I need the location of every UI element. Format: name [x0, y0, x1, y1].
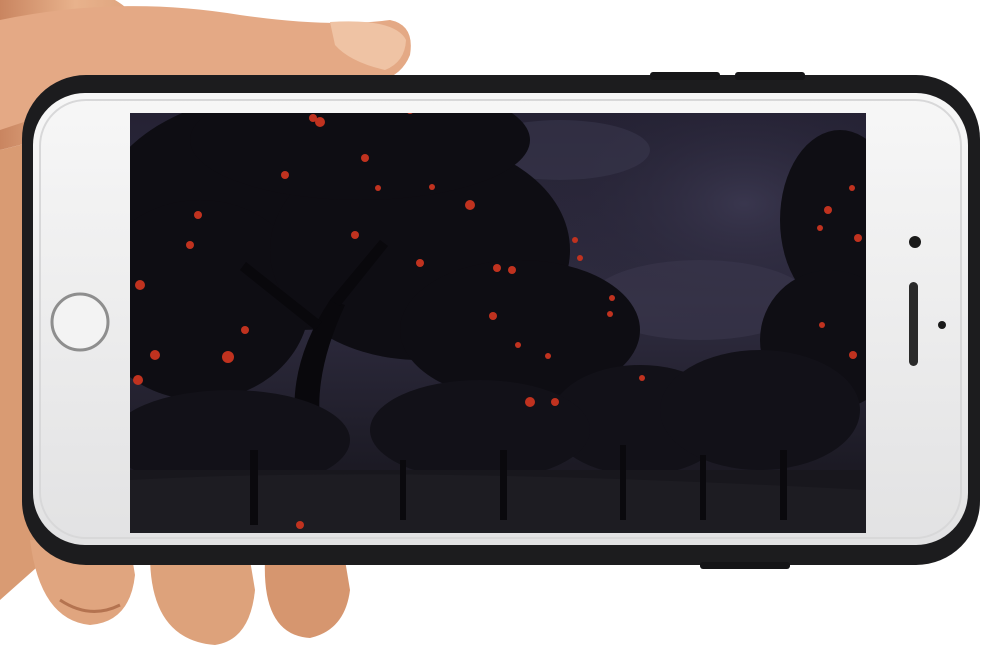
- case-button-top-2: [735, 72, 805, 80]
- front-camera-icon: [909, 236, 921, 248]
- screen: [130, 113, 866, 533]
- proximity-sensor-icon: [938, 321, 946, 329]
- case-button-top: [650, 72, 720, 80]
- scene: [0, 0, 980, 645]
- case-button-bottom: [700, 562, 790, 569]
- earpiece-speaker-icon: [909, 282, 918, 366]
- finger-3: [264, 560, 350, 638]
- home-button-icon[interactable]: [50, 292, 110, 352]
- finger-2: [150, 555, 255, 645]
